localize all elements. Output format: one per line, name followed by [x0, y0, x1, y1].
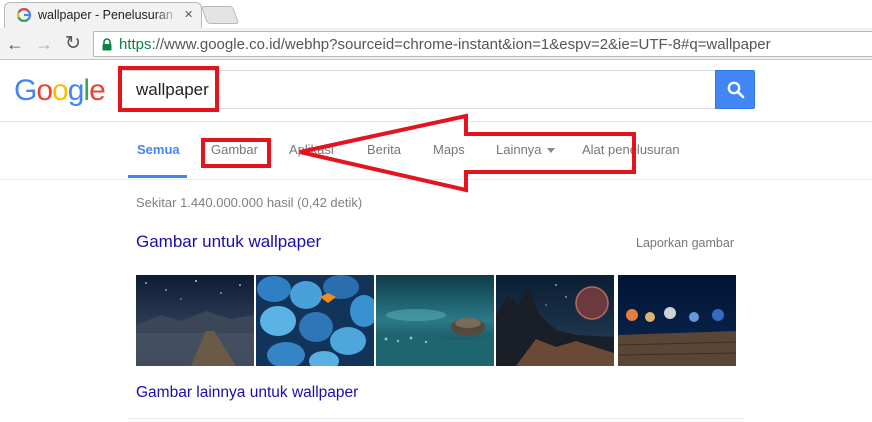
screenshot-root: wallpaper - Penelusuran G ✕ ← → ↻ https:…: [0, 0, 872, 422]
annotation-arrow-icon: [299, 113, 636, 193]
